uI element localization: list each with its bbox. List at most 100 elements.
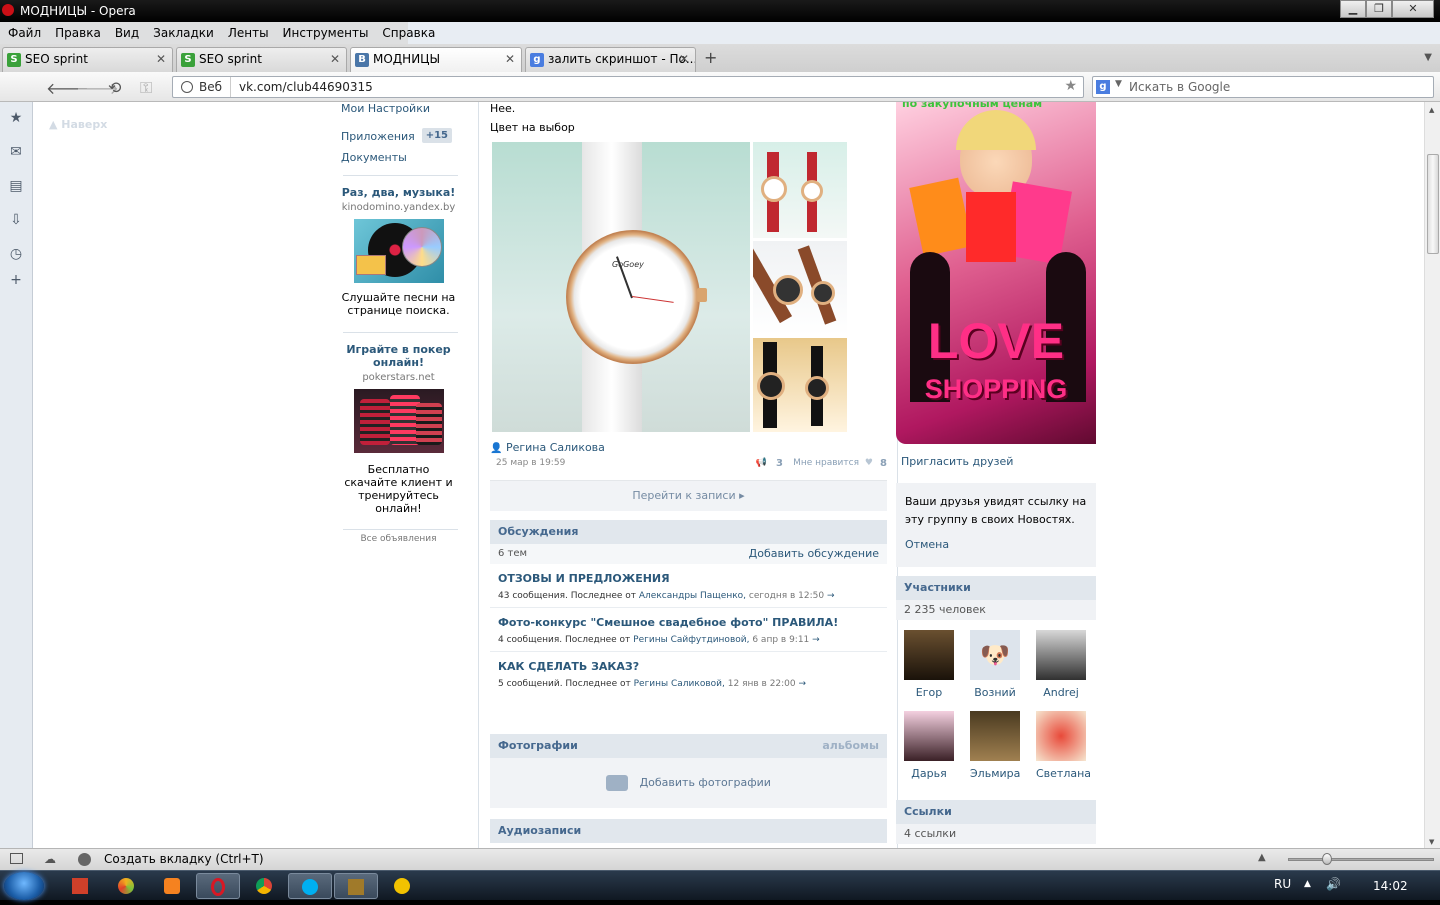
all-ads-link[interactable]: Все объявления	[341, 534, 456, 544]
post-author-link[interactable]: Регина Саликова	[506, 441, 605, 454]
post-thumb-1[interactable]	[753, 142, 847, 238]
member-name[interactable]: Andrej	[1036, 686, 1086, 699]
volume-icon[interactable]: 🔊	[1326, 877, 1341, 891]
heart-icon[interactable]: ♥	[865, 458, 873, 468]
member-avatar[interactable]	[970, 711, 1020, 761]
close-button[interactable]: ✕	[1392, 0, 1434, 18]
member-name[interactable]: Эльмира	[970, 767, 1020, 780]
menu-file[interactable]: Файл	[8, 26, 41, 40]
post-thumb-3[interactable]	[753, 338, 847, 432]
menu-tools[interactable]: Инструменты	[283, 26, 369, 40]
new-tab-icon[interactable]: +	[704, 48, 717, 67]
tab-modnitsy[interactable]: B МОДНИЦЫ ✕	[350, 47, 522, 72]
key-icon[interactable]: ⚿	[140, 78, 152, 98]
menu-my-settings[interactable]: Мои Настройки	[341, 102, 430, 115]
member-item[interactable]: Эльмира	[970, 711, 1020, 780]
menu-edit[interactable]: Правка	[55, 26, 101, 40]
post-main-photo[interactable]: GoGoey	[492, 142, 750, 432]
minimize-button[interactable]: ▁	[1340, 0, 1366, 18]
post-thumb-2[interactable]	[753, 241, 847, 335]
ad-title[interactable]: Раз, два, музыка!	[341, 186, 456, 199]
close-tab-icon[interactable]: ✕	[330, 48, 340, 70]
member-avatar[interactable]	[1036, 630, 1086, 680]
member-item[interactable]: Светлана	[1036, 711, 1091, 780]
member-name[interactable]: Егор	[904, 686, 954, 699]
close-tab-icon[interactable]: ✕	[505, 48, 515, 70]
mail-icon[interactable]: ✉	[8, 144, 24, 160]
bookmarks-star-icon[interactable]: ★	[8, 110, 24, 126]
zoom-slider-handle[interactable]	[1322, 853, 1332, 865]
invite-friends-link[interactable]: Пригласить друзей	[901, 455, 1101, 468]
skype-icon[interactable]	[288, 873, 332, 899]
close-tab-icon[interactable]: ✕	[679, 48, 689, 70]
add-panel-icon[interactable]: +	[8, 272, 24, 288]
taskbar-app-icon[interactable]	[104, 873, 148, 899]
topic-title[interactable]: ОТЗОВЫ И ПРЕДЛОЖЕНИЯ	[498, 572, 879, 585]
member-avatar[interactable]	[904, 630, 954, 680]
scroll-to-top-link[interactable]: ▲ Наверх	[49, 118, 107, 131]
albums-link[interactable]: альбомы	[822, 734, 879, 758]
tab-screenshot-search[interactable]: g залить скриншот - По... ✕	[525, 47, 696, 72]
add-photos-button[interactable]: Добавить фотографии	[490, 758, 887, 808]
arrow-right-icon[interactable]: →	[827, 591, 835, 601]
group-banner[interactable]: по закупочным ценам LOVE SHOPPING	[896, 102, 1096, 444]
member-item[interactable]: Егор	[904, 630, 954, 699]
arrow-right-icon[interactable]: →	[799, 679, 807, 689]
photos-title[interactable]: Фотографии	[498, 739, 578, 752]
topic-item[interactable]: КАК СДЕЛАТЬ ЗАКАЗ? 5 сообщений. Последне…	[490, 652, 887, 695]
audio-header[interactable]: Аудиозаписи	[490, 819, 887, 843]
tab-seo-sprint-1[interactable]: S SEO sprint ✕	[2, 47, 173, 72]
opera-taskbar-icon[interactable]	[196, 873, 240, 899]
menu-bookmarks[interactable]: Закладки	[153, 26, 214, 40]
photos-header[interactable]: Фотографии альбомы	[490, 734, 887, 758]
cancel-link[interactable]: Отмена	[905, 538, 1087, 551]
notes-icon[interactable]: ▤	[8, 178, 24, 194]
member-item[interactable]: 🐶 Возний	[970, 630, 1020, 699]
ad-music[interactable]: Раз, два, музыка! kinodomino.yandex.by С…	[341, 186, 456, 317]
bookmark-star-icon[interactable]: ★	[1064, 78, 1077, 94]
start-button[interactable]	[4, 872, 44, 900]
ad-poker-image[interactable]	[353, 389, 444, 453]
panel-toggle-icon[interactable]	[10, 853, 23, 864]
tray-expand-icon[interactable]: ▲	[1304, 879, 1311, 889]
arrow-right-icon[interactable]: →	[812, 635, 820, 645]
links-header[interactable]: Ссылки	[896, 800, 1096, 824]
topic-title[interactable]: Фото-конкурс "Смешное свадебное фото" ПР…	[498, 616, 879, 629]
radiation-icon[interactable]	[380, 873, 424, 899]
tab-seo-sprint-2[interactable]: S SEO sprint ✕	[176, 47, 347, 72]
scroll-thumb[interactable]	[1427, 154, 1439, 254]
post-date[interactable]: 25 мар в 19:59	[496, 458, 565, 468]
odnoklassniki-icon[interactable]	[150, 873, 194, 899]
member-avatar[interactable]	[1036, 711, 1086, 761]
scroll-down-icon[interactable]: ▼	[1429, 838, 1434, 846]
goto-post-button[interactable]: Перейти к записи ▸	[490, 480, 887, 511]
chrome-icon[interactable]	[242, 873, 286, 899]
search-field[interactable]: g ▼ Искать в Google	[1092, 76, 1434, 98]
scroll-up-icon[interactable]: ▲	[1429, 106, 1434, 114]
menu-view[interactable]: Вид	[115, 26, 139, 40]
zoom-arrow-icon[interactable]: ▲	[1258, 852, 1266, 863]
topic-last-author[interactable]: Регины Сайфутдиновой,	[633, 635, 749, 645]
downloads-icon[interactable]: ⇩	[8, 212, 24, 228]
member-item[interactable]: Дарья	[904, 711, 954, 780]
topic-item[interactable]: ОТЗОВЫ И ПРЕДЛОЖЕНИЯ 43 сообщения. После…	[490, 564, 887, 608]
vertical-scrollbar[interactable]: ▲ ▼	[1424, 102, 1440, 848]
topic-item[interactable]: Фото-конкурс "Смешное свадебное фото" ПР…	[490, 608, 887, 652]
taskbar-app-icon[interactable]	[58, 873, 102, 899]
tab-menu-chevron-icon[interactable]: ▼	[1424, 52, 1432, 63]
repost-icon[interactable]: 📢	[756, 458, 767, 468]
cloud-icon[interactable]: ☁	[44, 852, 56, 866]
menu-documents[interactable]: Документы	[341, 151, 407, 164]
member-item[interactable]: Andrej	[1036, 630, 1086, 699]
close-tab-icon[interactable]: ✕	[156, 48, 166, 70]
like-label[interactable]: Мне нравится	[793, 458, 859, 468]
maximize-button[interactable]: ❐	[1366, 0, 1392, 18]
topic-last-author[interactable]: Регины Саликовой,	[634, 679, 725, 689]
search-engine-dropdown-icon[interactable]: ▼	[1115, 79, 1122, 89]
ad-poker[interactable]: Играйте в покер онлайн! pokerstars.net Б…	[341, 343, 456, 515]
ad-music-image[interactable]	[353, 219, 444, 283]
topic-last-author[interactable]: Александры Пащенко,	[639, 591, 746, 601]
address-bar[interactable]: Веб vk.com/club44690315 ★	[172, 76, 1084, 98]
add-discussion-link[interactable]: Добавить обсуждение	[749, 544, 879, 564]
history-clock-icon[interactable]: ◷	[8, 246, 24, 262]
